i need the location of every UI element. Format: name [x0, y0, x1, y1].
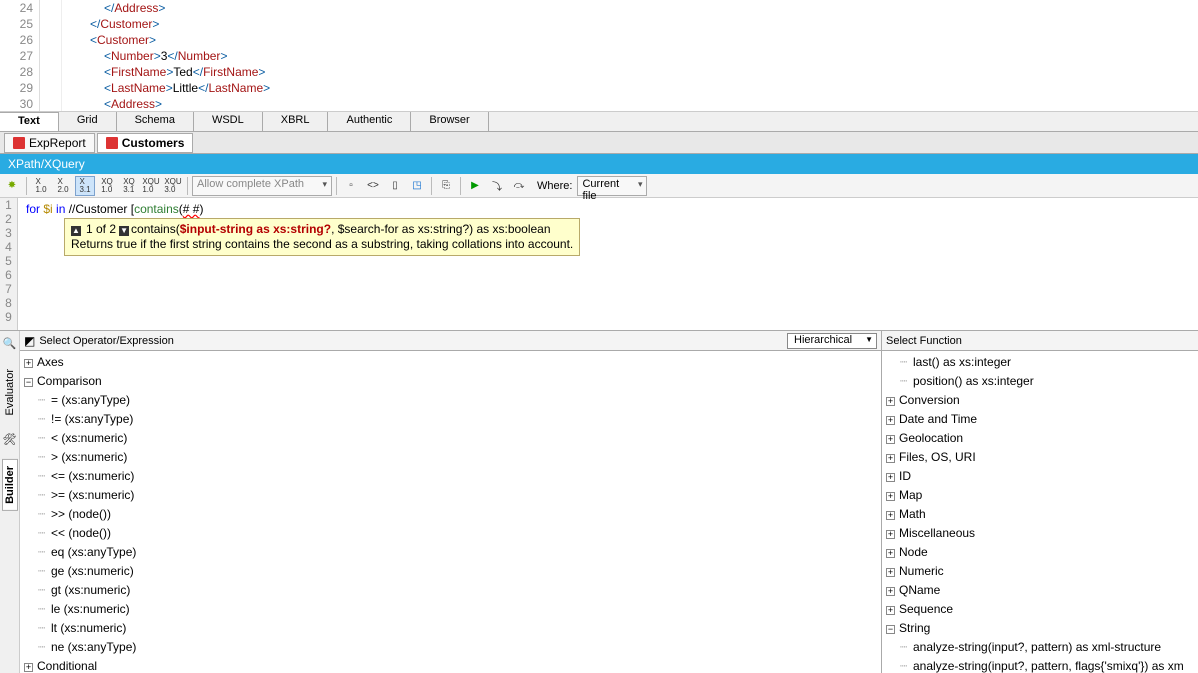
side-tab-strip: 🔍 Evaluator 🛠 Builder	[0, 331, 20, 673]
tool-code-icon[interactable]: <>	[363, 176, 383, 196]
tab-schema[interactable]: Schema	[117, 112, 194, 131]
xpath-toolbar: ✸ X1.0 X2.0 X3.1 XQ1.0 XQ3.1 XQU1.0 XQU3…	[0, 174, 1198, 198]
mode-xpath20[interactable]: X2.0	[53, 176, 73, 196]
picker-icon[interactable]: ◩	[24, 334, 35, 348]
operator-panel: ◩ Select Operator/Expression Hierarchica…	[20, 331, 882, 673]
tool-box-icon[interactable]: ▫	[341, 176, 361, 196]
expand-icon[interactable]: +	[886, 549, 895, 558]
run-button[interactable]: ▶	[465, 176, 485, 196]
tool-var-icon[interactable]: ⎘	[436, 176, 456, 196]
where-combo[interactable]: Current file	[577, 176, 647, 196]
expand-icon[interactable]: +	[886, 530, 895, 539]
mode-xqu30[interactable]: XQU3.0	[163, 176, 183, 196]
doc-tab-expreport[interactable]: ExpReport	[4, 133, 95, 153]
expand-icon[interactable]: +	[886, 492, 895, 501]
mode-xpath10[interactable]: X1.0	[31, 176, 51, 196]
find-icon[interactable]: 🔍	[3, 337, 17, 351]
side-tab-evaluator[interactable]: Evaluator	[3, 363, 17, 421]
vertical-ruler: 123456789	[0, 198, 18, 330]
allow-xpath-combo[interactable]: Allow complete XPath	[192, 176, 332, 196]
mode-xq10[interactable]: XQ1.0	[97, 176, 117, 196]
expand-icon[interactable]: +	[24, 359, 33, 368]
helper-panels: 🔍 Evaluator 🛠 Builder ◩ Select Operator/…	[0, 330, 1198, 673]
tab-grid[interactable]: Grid	[59, 112, 117, 131]
signature-tooltip: ▲ 1 of 2 ▼contains($input-string as xs:s…	[64, 218, 580, 256]
step-over-icon[interactable]: ⤼	[509, 176, 529, 196]
function-panel: Select Function ┈last() as xs:integer ┈p…	[882, 331, 1198, 673]
expand-icon[interactable]: +	[886, 435, 895, 444]
xml-file-icon	[106, 137, 118, 149]
function-tree[interactable]: ┈last() as xs:integer ┈position() as xs:…	[882, 351, 1198, 673]
expand-icon[interactable]: +	[886, 568, 895, 577]
expand-icon[interactable]: +	[886, 587, 895, 596]
mode-xqu10[interactable]: XQU1.0	[141, 176, 161, 196]
expand-icon[interactable]: +	[886, 511, 895, 520]
tab-authentic[interactable]: Authentic	[328, 112, 411, 131]
tool-xml-icon[interactable]: ▯	[385, 176, 405, 196]
tab-browser[interactable]: Browser	[411, 112, 488, 131]
side-tab-builder[interactable]: Builder	[2, 459, 18, 511]
collapse-icon[interactable]: −	[886, 625, 895, 634]
xml-editor[interactable]: 24252627282930 </Address> </Customer> <C…	[0, 0, 1198, 112]
expression-area: 123456789 for $i in //Customer [contains…	[0, 198, 1198, 330]
xml-file-icon	[13, 137, 25, 149]
expand-icon[interactable]: +	[886, 454, 895, 463]
xpath-panel-title: XPath/XQuery	[0, 154, 1198, 174]
fold-column[interactable]	[40, 0, 62, 111]
operator-header: Select Operator/Expression	[39, 335, 787, 347]
tab-xbrl[interactable]: XBRL	[263, 112, 329, 131]
hierarchical-combo[interactable]: Hierarchical	[787, 333, 877, 349]
code-body[interactable]: </Address> </Customer> <Customer> <Numbe…	[62, 0, 270, 111]
tab-wsdl[interactable]: WSDL	[194, 112, 263, 131]
next-overload-icon[interactable]: ▼	[119, 226, 129, 236]
expand-icon[interactable]: +	[886, 416, 895, 425]
tab-text[interactable]: Text	[0, 112, 59, 131]
expression-input[interactable]: for $i in //Customer [contains(# #) ▲ 1 …	[18, 198, 1198, 330]
view-tabs: Text Grid Schema WSDL XBRL Authentic Bro…	[0, 112, 1198, 132]
document-tabs: ExpReport Customers	[0, 132, 1198, 154]
expand-icon[interactable]: +	[886, 606, 895, 615]
step-into-icon[interactable]: ⤵	[487, 176, 507, 196]
debug-icon[interactable]: ✸	[2, 176, 22, 196]
function-header: Select Function	[886, 335, 1194, 347]
operator-tree[interactable]: +Axes −Comparison ┈= (xs:anyType) ┈!= (x…	[20, 351, 881, 673]
tools-icon[interactable]: 🛠	[3, 433, 17, 447]
mode-xq31[interactable]: XQ3.1	[119, 176, 139, 196]
expand-icon[interactable]: +	[886, 397, 895, 406]
collapse-icon[interactable]: −	[24, 378, 33, 387]
line-gutter: 24252627282930	[0, 0, 40, 111]
expand-icon[interactable]: +	[24, 663, 33, 672]
prev-overload-icon[interactable]: ▲	[71, 226, 81, 236]
expand-icon[interactable]: +	[886, 473, 895, 482]
where-label: Where:	[537, 180, 572, 192]
mode-xpath31[interactable]: X3.1	[75, 176, 95, 196]
tool-node-icon[interactable]: ◳	[407, 176, 427, 196]
doc-tab-customers[interactable]: Customers	[97, 133, 194, 153]
